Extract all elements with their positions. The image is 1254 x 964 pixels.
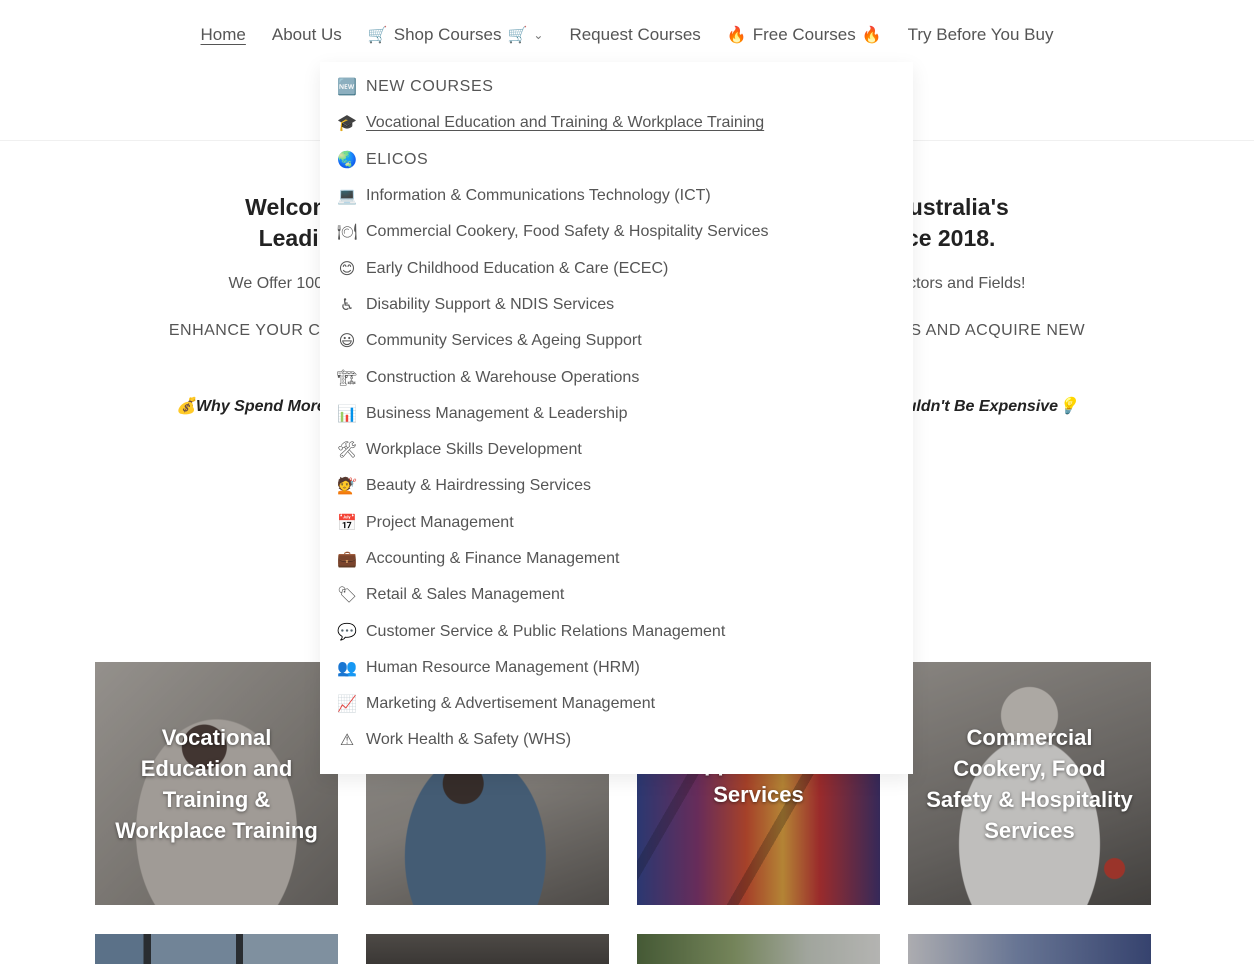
nav-free-courses[interactable]: 🔥 Free Courses 🔥	[727, 25, 882, 45]
calendar-icon: 📅	[337, 514, 357, 532]
course-card[interactable]	[95, 934, 338, 964]
dropdown-item-label: Construction & Warehouse Operations	[366, 368, 640, 386]
dropdown-item[interactable]: 🛠 Workplace Skills Development	[320, 432, 913, 468]
dropdown-item[interactable]: 🆕 NEW COURSES	[320, 69, 913, 105]
dropdown-item-label: Accounting & Finance Management	[366, 550, 620, 567]
nav-home[interactable]: Home	[201, 25, 246, 45]
course-card-label: Commercial Cookery, Food Safety & Hospit…	[926, 724, 1133, 843]
dropdown-item[interactable]: 📅 Project Management	[320, 505, 913, 541]
community-icon: 😃	[338, 333, 356, 351]
dropdown-item[interactable]: 📈 Marketing & Advertisement Management	[320, 686, 913, 722]
nav-home-label: Home	[200, 25, 246, 44]
dropdown-item-label: Disability Support & NDIS Services	[366, 295, 615, 313]
dropdown-item[interactable]: 🍽 Commercial Cookery, Food Safety & Hospi…	[320, 214, 913, 250]
dropdown-item-label: Work Health & Safety (WHS)	[366, 731, 572, 749]
dropdown-item[interactable]: 🌏 ELICOS	[320, 142, 913, 178]
tools-icon: 🛠	[336, 442, 358, 460]
dropdown-item[interactable]: 📊 Business Management & Leadership	[320, 396, 913, 432]
course-card[interactable]	[908, 934, 1151, 964]
dropdown-item[interactable]: 👥 Human Resource Management (HRM)	[320, 650, 913, 686]
dropdown-item[interactable]: 💇 Beauty & Hairdressing Services	[320, 468, 913, 504]
dropdown-item-label: Customer Service & Public Relations Mana…	[366, 622, 726, 640]
dropdown-item-label: Beauty & Hairdressing Services	[366, 477, 591, 495]
dropdown-item-label: Early Childhood Education & Care (ECEC)	[366, 259, 669, 277]
fire-icon: 🔥	[861, 27, 882, 44]
haircut-icon: 💇	[337, 478, 357, 496]
page: Home About Us 🛒 Shop Courses 🛒 ⌄ Request…	[0, 0, 1254, 964]
cart-icon: 🛒	[507, 27, 528, 44]
accessibility-icon: ♿	[339, 296, 355, 314]
chart-icon: 📊	[337, 405, 357, 423]
dropdown-item-label: Vocational Education and Training & Work…	[366, 114, 765, 132]
dropdown-item-label: NEW COURSES	[366, 78, 494, 96]
dropdown-item[interactable]: 😊 Early Childhood Education & Care (ECEC)	[320, 250, 913, 286]
dropdown-item-label: Human Resource Management (HRM)	[366, 658, 640, 676]
warning-icon: ⚠	[339, 732, 355, 750]
dropdown-item[interactable]: 🏷 Retail & Sales Management	[320, 577, 913, 613]
nav-about-us[interactable]: About Us	[272, 25, 342, 45]
dropdown-item-label: Commercial Cookery, Food Safety & Hospit…	[366, 223, 769, 241]
fire-icon: 🔥	[726, 27, 747, 44]
dropdown-item-label: Community Services & Ageing Support	[366, 332, 642, 350]
course-card[interactable]	[366, 934, 609, 964]
globe-icon: 🌏	[337, 151, 357, 169]
chevron-down-icon: ⌄	[533, 28, 544, 42]
nav-free-label: Free Courses	[752, 25, 856, 44]
dropdown-item[interactable]: 💼 Accounting & Finance Management	[320, 541, 913, 577]
smiley-icon: 😊	[338, 260, 356, 278]
new-icon: 🆕	[337, 79, 357, 97]
dropdown-item-label: Project Management	[366, 513, 514, 531]
nav-shop-label: Shop Courses	[393, 25, 502, 44]
dropdown-item[interactable]: 💻 Information & Communications Technology…	[320, 178, 913, 214]
nav-request-courses[interactable]: Request Courses	[569, 25, 700, 45]
nav-try-label: Try Before You Buy	[907, 25, 1054, 44]
dropdown-item-label: Retail & Sales Management	[366, 586, 565, 604]
course-cards-row-2	[95, 934, 1151, 964]
dropdown-item[interactable]: ⚠ Work Health & Safety (WHS)	[320, 722, 913, 758]
dropdown-item[interactable]: 🏗 Construction & Warehouse Operations	[320, 359, 913, 395]
shop-courses-dropdown: 🆕 NEW COURSES 🎓 Vocational Education and Tr…	[320, 62, 913, 774]
dropdown-item-label: Information & Communications Technology …	[366, 187, 711, 205]
people-icon: 👥	[337, 659, 357, 677]
dropdown-item[interactable]: ♿ Disability Support & NDIS Services	[320, 287, 913, 323]
nav-request-label: Request Courses	[569, 25, 701, 44]
course-card-label: Vocational Education and Training & Work…	[115, 724, 318, 843]
course-card-cookery[interactable]: Commercial Cookery, Food Safety & Hospit…	[908, 662, 1151, 905]
nav-about-label: About Us	[271, 25, 342, 44]
main-nav: Home About Us 🛒 Shop Courses 🛒 ⌄ Request…	[0, 0, 1254, 70]
dropdown-item[interactable]: 😃 Community Services & Ageing Support	[320, 323, 913, 359]
dropdown-item[interactable]: 💬 Customer Service & Public Relations Man…	[320, 613, 913, 649]
dropdown-item[interactable]: 🎓 Vocational Education and Training & Wor…	[320, 105, 913, 141]
graduation-cap-icon: 🎓	[337, 115, 357, 133]
laptop-icon: 💻	[337, 188, 357, 206]
course-card[interactable]	[637, 934, 880, 964]
course-card-vet[interactable]: Vocational Education and Training & Work…	[95, 662, 338, 905]
cart-icon: 🛒	[367, 27, 388, 44]
dropdown-item-label: Workplace Skills Development	[366, 441, 582, 459]
speech-bubble-icon: 💬	[337, 623, 357, 641]
dropdown-item-label: ELICOS	[366, 150, 429, 168]
dropdown-item-label: Business Management & Leadership	[366, 404, 628, 422]
nav-try-before-you-buy[interactable]: Try Before You Buy	[908, 25, 1054, 45]
dropdown-item-label: Marketing & Advertisement Management	[366, 695, 656, 713]
nav-shop-courses[interactable]: 🛒 Shop Courses 🛒 ⌄	[368, 25, 544, 45]
marketing-icon: 📈	[337, 696, 357, 714]
cutlery-icon: 🍽	[336, 224, 358, 242]
briefcase-icon: 💼	[337, 551, 357, 568]
price-tag-icon: 🏷	[336, 587, 358, 605]
construction-icon: 🏗	[336, 369, 358, 387]
